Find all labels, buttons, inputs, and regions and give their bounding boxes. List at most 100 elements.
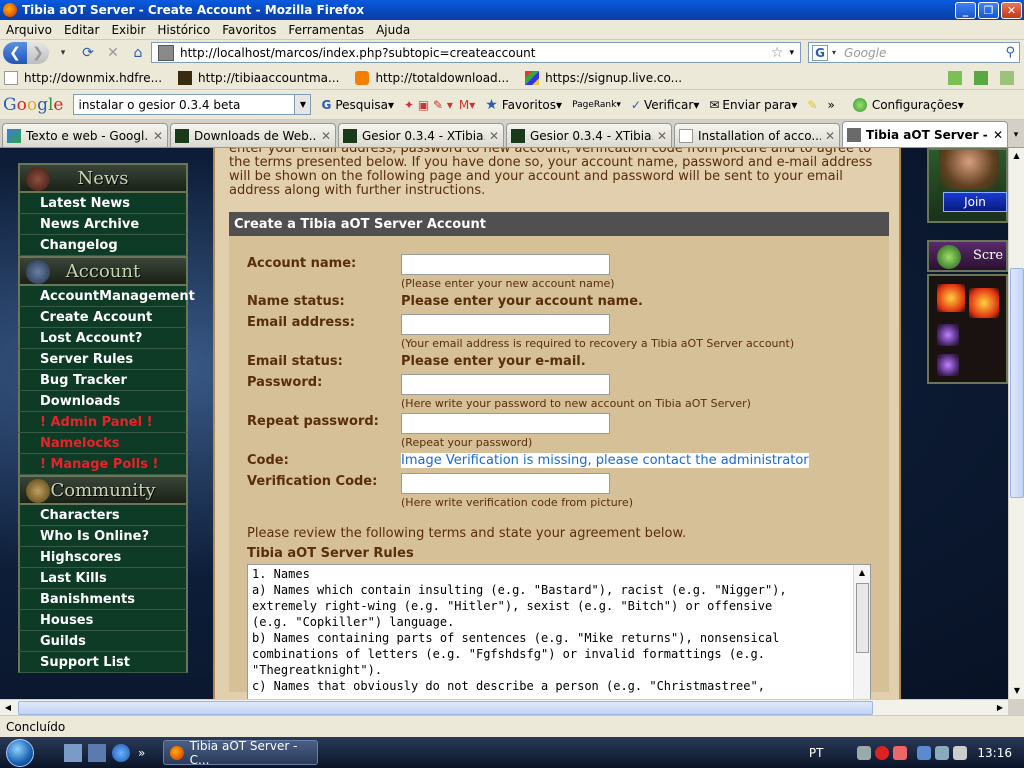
tab-tibia-aot[interactable]: Tibia aOT Server - ... ✕ — [842, 121, 1008, 147]
bookmark-item[interactable]: https://signup.live.co... — [521, 70, 682, 85]
menu-historico[interactable]: Histórico — [151, 23, 216, 37]
menu-editar[interactable]: Editar — [58, 23, 106, 37]
menu-item-admin-panel[interactable]: ! Admin Panel ! — [18, 412, 188, 433]
back-button[interactable]: ❮ — [3, 42, 27, 64]
menu-item-downloads[interactable]: Downloads — [18, 391, 188, 412]
url-dropdown-icon[interactable]: ▾ — [789, 48, 794, 58]
menu-item-changelog[interactable]: Changelog — [18, 235, 188, 256]
search-engine-dropdown-icon[interactable]: ▾ — [832, 48, 836, 57]
home-icon[interactable]: ⌂ — [127, 42, 149, 64]
menu-item-highscores[interactable]: Highscores — [18, 547, 188, 568]
extension-icon[interactable] — [1000, 70, 1014, 85]
stop-icon[interactable]: ✕ — [102, 42, 124, 64]
bookmark-item[interactable]: http://downmix.hdfre... — [0, 70, 162, 85]
display-icon[interactable] — [935, 745, 950, 760]
menu-item-guilds[interactable]: Guilds — [18, 631, 188, 652]
google-search-engine-icon[interactable]: G — [812, 44, 828, 61]
menu-item-account-management[interactable]: AccountManagement — [18, 286, 195, 307]
menu-ajuda[interactable]: Ajuda — [370, 23, 416, 37]
vertical-scrollbar[interactable]: ▲ ▼ — [1008, 148, 1024, 699]
menu-exibir[interactable]: Exibir — [105, 23, 151, 37]
volume-icon[interactable] — [953, 745, 968, 760]
google-pesquisa-button[interactable]: G Pesquisa ▾ — [321, 98, 394, 112]
account-name-input[interactable] — [401, 254, 610, 275]
menu-item-banishments[interactable]: Banishments — [18, 589, 188, 610]
scroll-up-icon[interactable]: ▲ — [1009, 148, 1024, 164]
addon-icon[interactable] — [948, 70, 962, 85]
scroll-left-icon[interactable]: ◀ — [0, 700, 16, 716]
search-icon[interactable]: ⚲ — [1005, 45, 1015, 60]
scroll-down-icon[interactable]: ▼ — [1009, 683, 1024, 699]
menu-item-support-list[interactable]: Support List — [18, 652, 188, 673]
menu-item-namelocks[interactable]: Namelocks — [18, 433, 188, 454]
tab-gesior-2[interactable]: Gesior 0.3.4 - XTibia... ✕ — [506, 123, 672, 147]
menu-item-create-account[interactable]: Create Account — [18, 307, 188, 328]
join-button[interactable]: Join — [943, 192, 1007, 212]
verification-code-input[interactable] — [401, 473, 610, 494]
url-bar[interactable]: http://localhost/marcos/index.php?subtop… — [151, 42, 801, 63]
internet-explorer-icon[interactable] — [112, 743, 130, 762]
tab-downloads[interactable]: Downloads de Web... ✕ — [170, 123, 336, 147]
verification-missing-link[interactable]: Image Verification is missing, please co… — [401, 453, 809, 468]
maximize-button[interactable]: ❐ — [978, 1, 999, 19]
clock[interactable]: 13:16 — [977, 746, 1012, 760]
highlight-icon[interactable]: ✎ — [807, 98, 817, 112]
tab-texto-e-web[interactable]: Texto e web - Googl... ✕ — [2, 123, 168, 147]
menu-item-houses[interactable]: Houses — [18, 610, 188, 631]
screenshots-header[interactable]: Scre — [927, 240, 1008, 272]
close-tab-icon[interactable]: ✕ — [825, 129, 835, 143]
tab-gesior-1[interactable]: Gesior 0.3.4 - XTibia... ✕ — [338, 123, 504, 147]
forward-button[interactable]: ❯ — [27, 42, 49, 64]
close-tab-icon[interactable]: ✕ — [153, 129, 163, 143]
menu-header-news[interactable]: News — [18, 163, 188, 193]
pagerank-indicator[interactable]: PageRank ▾ — [572, 100, 621, 110]
horizontal-scroll-thumb[interactable] — [18, 701, 873, 715]
menu-item-characters[interactable]: Characters — [18, 505, 188, 526]
start-button[interactable] — [0, 737, 40, 768]
scroll-right-icon[interactable]: ▶ — [992, 700, 1008, 716]
menu-item-manage-polls[interactable]: ! Manage Polls ! — [18, 454, 188, 475]
google-enviar-button[interactable]: ✉ Enviar para ▾ — [709, 98, 797, 112]
rules-scroll-thumb[interactable] — [856, 583, 869, 653]
bookmark-item[interactable]: http://tibiaaccountma... — [174, 70, 339, 85]
menu-header-community[interactable]: Community — [18, 475, 188, 505]
google-logo[interactable]: Google — [3, 95, 63, 115]
download-icon[interactable] — [974, 70, 988, 85]
security-alert-icon[interactable] — [875, 745, 890, 760]
google-verificar-button[interactable]: ✓ Verificar ▾ — [631, 98, 699, 112]
google-config-button[interactable]: Configurações ▾ — [852, 97, 964, 112]
horizontal-scrollbar[interactable]: ◀ ▶ — [0, 699, 1008, 715]
vertical-scroll-thumb[interactable] — [1010, 268, 1024, 498]
network-icon[interactable] — [857, 745, 872, 760]
menu-header-account[interactable]: Account — [18, 256, 188, 286]
star-icon[interactable]: ★ — [485, 97, 498, 113]
menu-item-latest-news[interactable]: Latest News — [18, 193, 188, 214]
tab-list-dropdown-icon[interactable]: ▾ — [1008, 123, 1024, 147]
rules-scrollbar[interactable]: ▲ — [853, 565, 870, 699]
antivirus-icon[interactable] — [893, 745, 908, 760]
google-toolbar-search-input[interactable]: instalar o gesior 0.3.4 beta ▼ — [73, 94, 312, 115]
overflow-chevron[interactable]: » — [827, 98, 834, 112]
reload-icon[interactable]: ⟳ — [77, 42, 99, 64]
menu-ferramentas[interactable]: Ferramentas — [282, 23, 370, 37]
history-dropdown-icon[interactable]: ▾ — [52, 42, 74, 64]
connection-icon[interactable] — [917, 745, 932, 760]
repeat-password-field[interactable] — [401, 413, 610, 434]
toolbar-tools-icons[interactable]: ✦ ▣ ✎ ▾ M ▾ — [404, 98, 475, 112]
rules-textarea[interactable]: 1. Names a) Names which contain insultin… — [247, 564, 871, 699]
tab-installation[interactable]: Installation of acco... ✕ — [674, 123, 840, 147]
screenshot-thumbnail[interactable] — [927, 274, 1008, 384]
language-indicator[interactable]: PT — [809, 746, 824, 760]
menu-item-lost-account[interactable]: Lost Account? — [18, 328, 188, 349]
menu-favoritos[interactable]: Favoritos — [216, 23, 282, 37]
menu-item-bug-tracker[interactable]: Bug Tracker — [18, 370, 188, 391]
password-field[interactable] — [401, 374, 610, 395]
chevron-down-icon[interactable]: ▼ — [294, 95, 311, 114]
quicklaunch-overflow-icon[interactable]: » — [138, 746, 145, 760]
email-field[interactable] — [401, 314, 610, 335]
scroll-up-icon[interactable]: ▲ — [854, 565, 870, 581]
google-query-text[interactable]: instalar o gesior 0.3.4 beta — [78, 98, 240, 112]
minimize-button[interactable]: _ — [955, 1, 976, 19]
show-desktop-icon[interactable] — [64, 743, 82, 762]
close-button[interactable]: ✕ — [1001, 1, 1022, 19]
